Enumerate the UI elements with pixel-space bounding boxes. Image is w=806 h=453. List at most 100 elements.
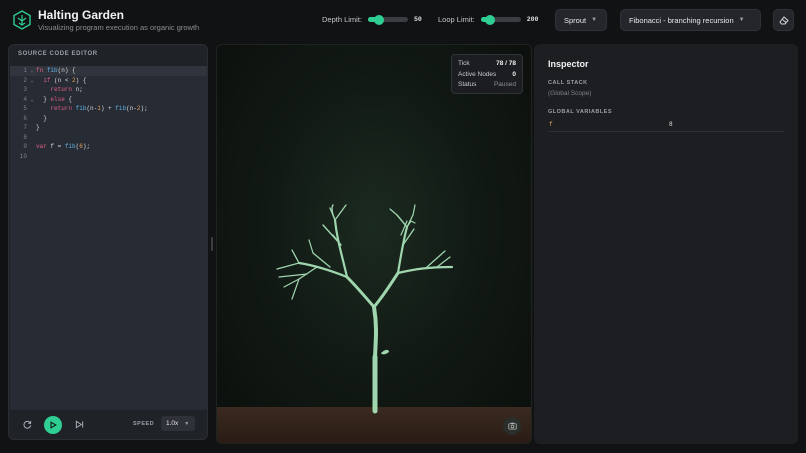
garden-canvas[interactable]: Tick 78 / 78 Active Nodes 0 Status Paused bbox=[216, 44, 532, 444]
fold-gutter bbox=[28, 133, 36, 143]
code-line[interactable]: 6 } bbox=[10, 114, 207, 124]
camera-icon bbox=[507, 422, 517, 430]
style-select[interactable]: Sprout ▼ bbox=[555, 9, 607, 31]
code-line[interactable]: 2 ⌄ if (n < 2) { bbox=[10, 76, 207, 86]
chevron-down-icon: ▼ bbox=[591, 17, 598, 23]
branch-right-out bbox=[396, 265, 454, 275]
app-subtitle: Visualizing program execution as organic… bbox=[38, 23, 200, 32]
code-token: ) { bbox=[75, 76, 87, 84]
resize-handle-left[interactable] bbox=[211, 237, 213, 251]
source-code-editor: SOURCE CODE EDITOR 1 ⌄ fn fib(n) {2 ⌄ if (n… bbox=[8, 44, 208, 440]
style-select-value: Sprout bbox=[564, 15, 587, 25]
code-line[interactable]: 1 ⌄ fn fib(n) { bbox=[10, 66, 207, 76]
global-variables-heading: GLOBAL VARIABLES bbox=[548, 109, 613, 115]
variable-name: f bbox=[549, 121, 553, 128]
line-number: 8 bbox=[23, 133, 27, 141]
fold-icon[interactable]: ⌄ bbox=[28, 95, 36, 105]
code-line[interactable]: 8 bbox=[10, 133, 207, 143]
play-button[interactable] bbox=[44, 416, 62, 434]
line-number: 3 bbox=[23, 86, 27, 93]
active-nodes-value: 0 bbox=[512, 70, 516, 78]
depth-limit-control: Depth Limit: 50 bbox=[322, 14, 422, 25]
code-token: n; bbox=[75, 86, 83, 93]
code-line[interactable]: 5 return fib(n-1) + fib(n-2); bbox=[10, 104, 207, 114]
fold-gutter bbox=[28, 123, 36, 133]
code-token: (n- bbox=[86, 105, 98, 112]
clear-button[interactable] bbox=[773, 9, 794, 31]
code-line[interactable]: 10 bbox=[10, 152, 207, 162]
depth-limit-slider[interactable] bbox=[368, 14, 409, 25]
branch-right-up bbox=[396, 225, 409, 275]
code-token: (n) { bbox=[57, 67, 76, 74]
chevron-down-icon: ▼ bbox=[184, 420, 190, 427]
eraser-icon bbox=[778, 16, 789, 25]
twig bbox=[412, 204, 416, 216]
line-number: 4 bbox=[23, 95, 27, 103]
line-number: 7 bbox=[23, 124, 27, 131]
fold-icon[interactable]: ⌄ bbox=[28, 76, 36, 86]
branch-left-up bbox=[333, 218, 349, 279]
twig bbox=[426, 250, 446, 268]
code-token: fib bbox=[64, 143, 76, 150]
loop-limit-slider[interactable] bbox=[480, 14, 521, 25]
code-token: fn bbox=[36, 67, 47, 74]
execution-stats-panel: Tick 78 / 78 Active Nodes 0 Status Paused bbox=[451, 54, 523, 94]
branch-right bbox=[372, 271, 400, 309]
code-text: fn fib(n) { bbox=[36, 66, 76, 76]
branch-left bbox=[345, 275, 376, 309]
depth-limit-label: Depth Limit: bbox=[322, 15, 363, 24]
call-stack-scope: (Global Scope) bbox=[548, 90, 592, 97]
code-area[interactable]: 1 ⌄ fn fib(n) {2 ⌄ if (n < 2) {3 return n; 4… bbox=[10, 66, 207, 410]
code-text: return n; bbox=[36, 85, 83, 95]
step-forward-icon[interactable] bbox=[75, 420, 84, 429]
code-token: return bbox=[50, 105, 76, 112]
speed-select[interactable]: 1.0x ▼ bbox=[161, 416, 195, 431]
twig bbox=[389, 208, 398, 216]
speed-select-value: 1.0x bbox=[166, 420, 179, 427]
fold-gutter bbox=[28, 114, 36, 124]
inspector-panel: Inspector CALL STACK (Global Scope) GLOB… bbox=[534, 44, 798, 444]
tick-value: 78 / 78 bbox=[496, 60, 516, 67]
code-token: return bbox=[50, 86, 76, 93]
playback-controls: SPEED 1.0x ▼ bbox=[9, 409, 207, 439]
code-token: } bbox=[43, 114, 47, 122]
active-nodes-label: Active Nodes bbox=[458, 70, 497, 78]
reset-icon[interactable] bbox=[23, 420, 32, 429]
fold-gutter bbox=[28, 104, 36, 114]
code-token: fib bbox=[115, 105, 127, 112]
fold-icon[interactable]: ⌄ bbox=[28, 66, 36, 76]
editor-heading: SOURCE CODE EDITOR bbox=[18, 51, 98, 57]
code-token: (n- bbox=[126, 105, 137, 112]
code-token: else bbox=[50, 95, 65, 103]
speed-label: SPEED bbox=[133, 421, 155, 427]
code-line[interactable]: 9 var f = fib(6); bbox=[10, 142, 207, 152]
code-token: fib bbox=[46, 67, 58, 74]
twig bbox=[291, 249, 300, 264]
depth-limit-value: 50 bbox=[414, 16, 422, 23]
twig bbox=[298, 266, 318, 280]
code-token: } bbox=[36, 124, 40, 131]
code-token: { bbox=[64, 95, 73, 103]
line-number: 9 bbox=[23, 143, 27, 150]
inspector-title: Inspector bbox=[548, 59, 589, 69]
twig bbox=[334, 204, 347, 221]
twig bbox=[276, 262, 300, 270]
loop-limit-label: Loop Limit: bbox=[438, 15, 475, 24]
fold-gutter bbox=[28, 85, 36, 95]
loop-limit-control: Loop Limit: 200 bbox=[438, 14, 539, 25]
loop-slider-handle[interactable] bbox=[484, 14, 495, 25]
code-line[interactable]: 4 ⌄ } else { bbox=[10, 95, 207, 105]
play-icon bbox=[50, 421, 57, 429]
fold-gutter bbox=[28, 152, 36, 162]
tick-label: Tick bbox=[458, 60, 470, 67]
snapshot-button[interactable] bbox=[503, 417, 521, 435]
example-select[interactable]: Fibonacci - branching recursion ▼ bbox=[620, 9, 761, 31]
code-token: ) + bbox=[100, 105, 116, 112]
variable-value: 8 bbox=[669, 121, 673, 128]
code-token: var bbox=[36, 143, 51, 150]
code-token: f = bbox=[50, 143, 65, 150]
code-line[interactable]: 3 return n; bbox=[10, 85, 207, 95]
depth-slider-handle[interactable] bbox=[374, 14, 385, 25]
code-line[interactable]: 7} bbox=[10, 123, 207, 133]
loop-limit-value: 200 bbox=[526, 16, 539, 23]
